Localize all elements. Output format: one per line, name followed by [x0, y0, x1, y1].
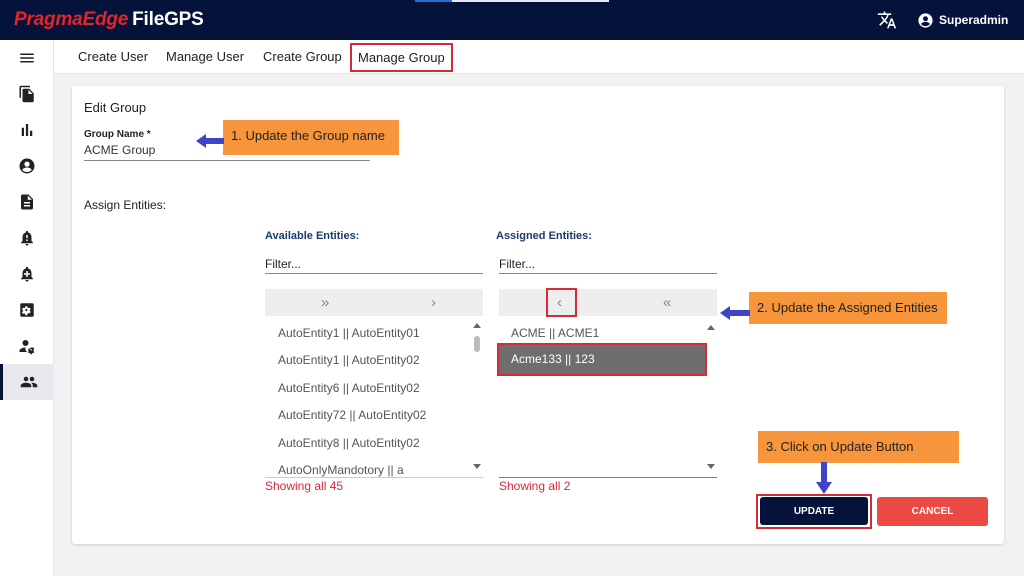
sidebar-item-documents[interactable]: [0, 184, 54, 220]
available-filter-underline: [265, 273, 483, 274]
sidebar-item-alerts[interactable]: [0, 220, 54, 256]
list-item[interactable]: AutoEntity1 || AutoEntity02: [278, 353, 420, 367]
menu-icon: [20, 53, 34, 63]
scroll-thumb[interactable]: [474, 336, 480, 352]
sidebar-item-add-alert[interactable]: [0, 256, 54, 292]
available-filter-input[interactable]: Filter...: [265, 257, 483, 271]
assigned-entities-title: Assigned Entities:: [496, 230, 592, 242]
available-entities-title: Available Entities:: [265, 230, 360, 242]
cancel-button[interactable]: CANCEL: [877, 497, 988, 526]
group-name-label: Group Name *: [84, 129, 151, 140]
arrow-left-icon: [720, 306, 750, 320]
list-item[interactable]: ACME || ACME1: [511, 326, 599, 340]
brand-name-part2: FileGPS: [132, 9, 204, 30]
update-button-highlight: [756, 494, 872, 529]
scroll-down-icon[interactable]: [707, 464, 715, 470]
available-move-buttons: » ›: [265, 289, 483, 316]
user-menu[interactable]: Superadmin: [917, 9, 1008, 31]
loading-progress-fill: [415, 0, 452, 2]
files-icon: [19, 85, 34, 103]
bell-alert-icon: [21, 230, 33, 246]
list-item[interactable]: AutoOnlyMandotory || a: [278, 463, 404, 477]
assigned-filter-input[interactable]: Filter...: [499, 257, 717, 271]
group-name-underline: [84, 160, 370, 161]
scroll-up-icon[interactable]: [707, 324, 715, 330]
tab-create-group[interactable]: Create Group: [263, 49, 342, 64]
sidebar-item-profile[interactable]: [0, 148, 54, 184]
top-bar: PragmaEdge FileGPS Superadmin: [0, 0, 1024, 40]
assign-entities-label: Assign Entities:: [84, 198, 167, 212]
sidebar-item-groups[interactable]: [0, 364, 54, 400]
move-all-right-button[interactable]: »: [321, 294, 329, 311]
brand-name-part1: PragmaEdge: [14, 9, 129, 30]
assigned-move-buttons: ‹ «: [499, 289, 717, 316]
remove-button-highlight: [546, 288, 577, 317]
assigned-entities-list[interactable]: ACME || ACME1 Acme133 || 123: [499, 318, 717, 478]
remove-all-left-button[interactable]: «: [663, 294, 671, 311]
list-item[interactable]: AutoEntity8 || AutoEntity02: [278, 436, 420, 450]
tab-manage-user[interactable]: Manage User: [166, 49, 244, 64]
move-one-right-button[interactable]: ›: [431, 294, 436, 311]
list-item[interactable]: AutoEntity72 || AutoEntity02: [278, 408, 426, 422]
assigned-count: Showing all 2: [499, 479, 571, 493]
translate-icon[interactable]: [877, 10, 897, 30]
scroll-down-icon[interactable]: [473, 464, 481, 470]
callout-step3: 3. Click on Update Button: [758, 431, 959, 463]
arrow-down-icon: [816, 462, 832, 494]
bell-add-icon: [21, 266, 33, 282]
available-count: Showing all 45: [265, 479, 344, 493]
callout-step1: 1. Update the Group name: [223, 120, 399, 155]
sidebar-item-user-settings[interactable]: [0, 328, 54, 364]
brand-logo: PragmaEdge FileGPS: [14, 9, 204, 31]
loading-progress-bar: [415, 0, 609, 2]
arrow-left-icon: [196, 134, 224, 148]
sidebar-item-reports[interactable]: [0, 112, 54, 148]
callout-step2: 2. Update the Assigned Entities: [749, 292, 947, 324]
user-name: Superadmin: [939, 13, 1009, 27]
tab-bar: Create User Manage User Create Group Man…: [54, 40, 1024, 74]
user-circle-icon: [19, 158, 35, 174]
sidebar-menu-toggle[interactable]: [0, 40, 54, 76]
account-circle-icon: [918, 12, 933, 28]
tab-manage-group[interactable]: Manage Group: [350, 43, 453, 72]
settings-box-icon: [20, 303, 34, 317]
assigned-scrollbar[interactable]: [705, 318, 715, 478]
tab-create-user[interactable]: Create User: [78, 49, 148, 64]
user-settings-icon: [19, 340, 35, 355]
sidebar: [0, 40, 54, 576]
edit-group-title: Edit Group: [84, 100, 147, 115]
sidebar-item-settings[interactable]: [0, 292, 54, 328]
document-icon: [21, 194, 33, 210]
list-item[interactable]: AutoEntity6 || AutoEntity02: [278, 381, 420, 395]
selected-item-highlight: [497, 343, 707, 376]
available-scrollbar[interactable]: [471, 318, 481, 478]
assigned-filter-underline: [499, 273, 717, 274]
list-item[interactable]: AutoEntity1 || AutoEntity01: [278, 326, 420, 340]
sidebar-item-files[interactable]: [0, 76, 54, 112]
bar-chart-icon: [21, 124, 33, 136]
available-entities-list[interactable]: AutoEntity1 || AutoEntity01 AutoEntity1 …: [265, 318, 483, 478]
group-icon: [20, 376, 37, 388]
scroll-up-icon[interactable]: [473, 322, 481, 328]
